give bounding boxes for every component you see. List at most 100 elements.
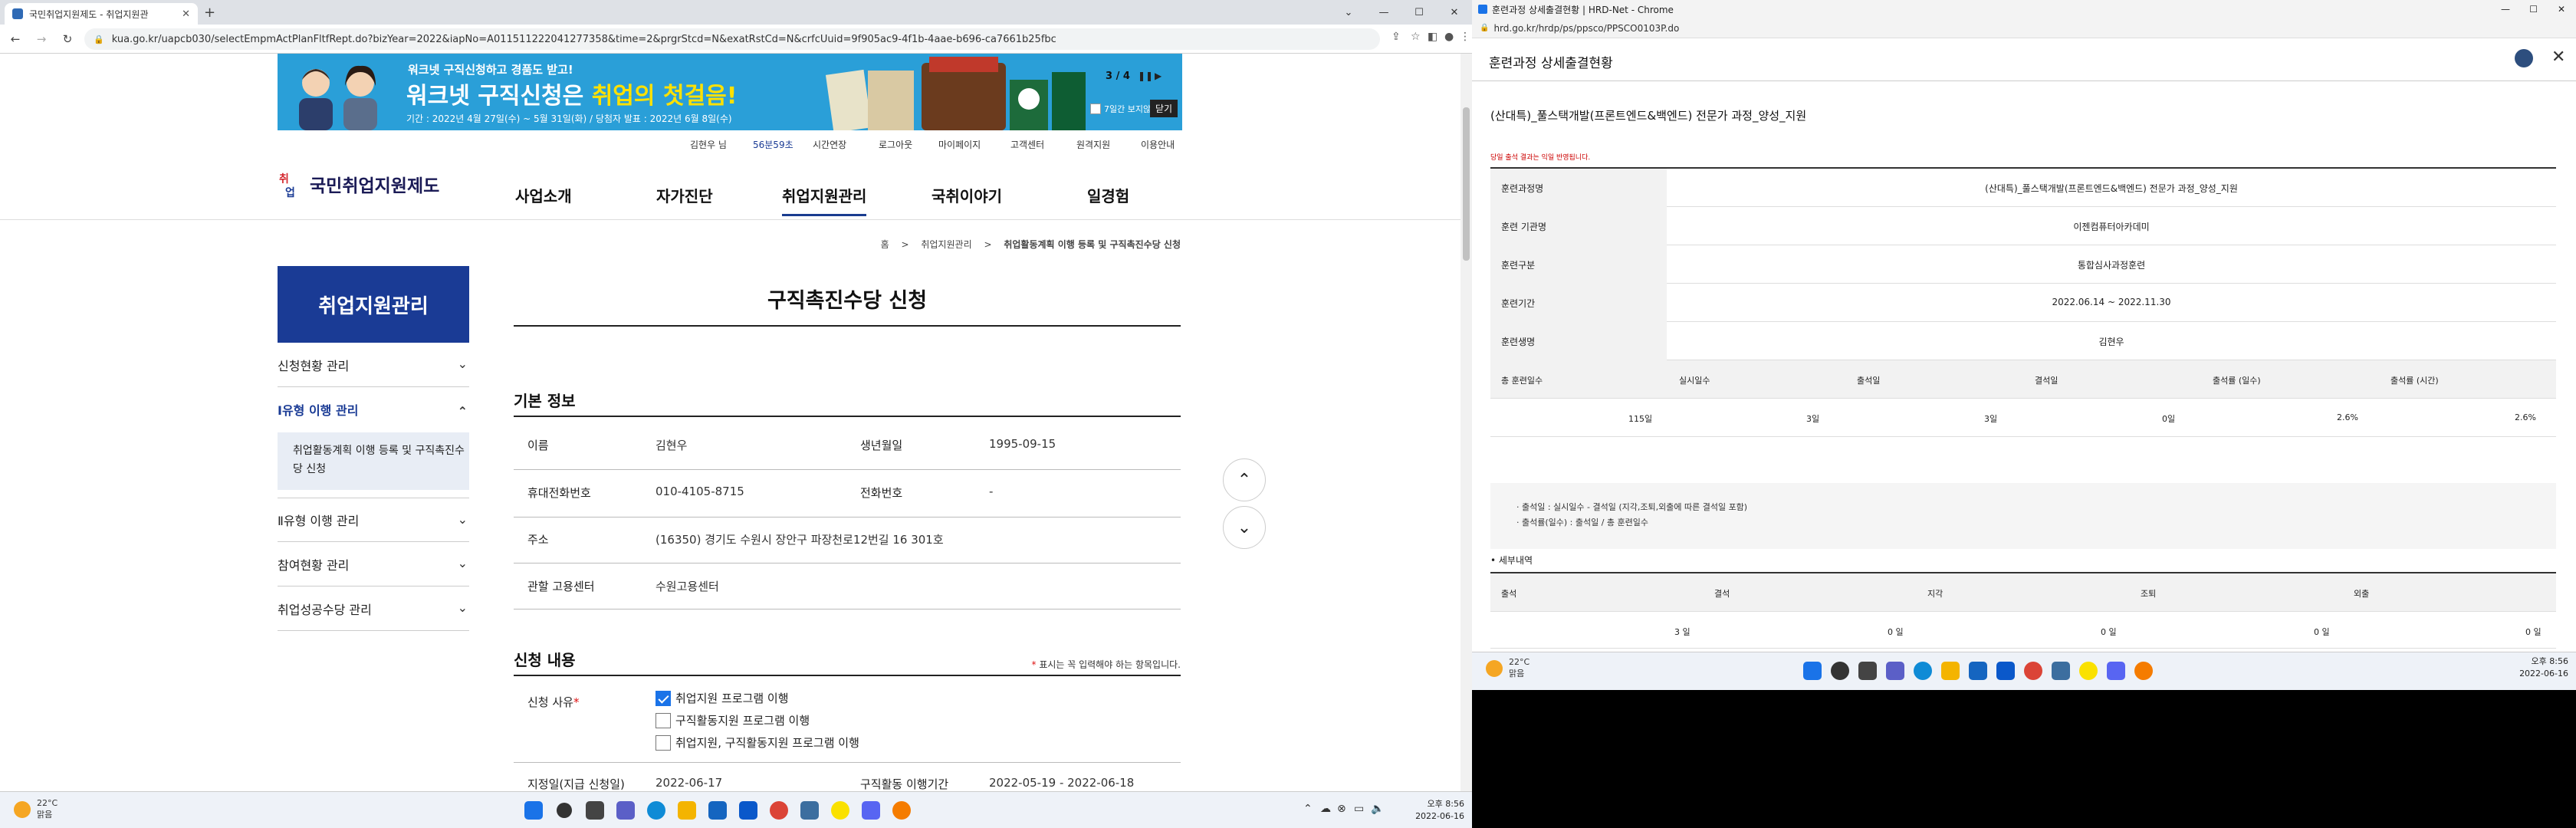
menu-kebab-icon[interactable]: ⋮ [1460,31,1470,43]
maximize-icon[interactable]: ☐ [2529,4,2538,15]
checkbox-icon[interactable] [656,734,671,751]
tab-close-icon[interactable]: ✕ [182,8,190,20]
hide-7days-checkbox[interactable]: 7일간 보지않기 [1090,103,1158,115]
store-icon[interactable] [708,801,727,820]
popup-address-bar[interactable]: 🔒 hrd.go.kr/hrdp/ps/ppsco/PPSCO0103P.do [1472,18,2576,38]
edge-icon[interactable] [1914,662,1932,680]
edge-icon[interactable] [647,801,665,820]
url-bar[interactable]: 🔒 kua.go.kr/uapcb030/selectEmpmActPlanFl… [84,28,1380,50]
logout-link[interactable]: 로그아웃 [879,138,912,151]
store-icon[interactable] [1969,662,1987,680]
table-top-border [514,416,1181,417]
reason-option-1[interactable]: 취업지원 프로그램 이행 [656,690,789,706]
checkbox-checked-icon[interactable] [656,690,671,706]
print-icon[interactable] [2515,49,2533,67]
banner-pause-icon[interactable]: ❚❚ [1138,71,1153,81]
forward-icon[interactable]: → [31,28,52,50]
clock[interactable]: 오후 8:56 2022-06-16 [1415,798,1464,823]
maximize-icon[interactable]: ☐ [1401,0,1437,25]
close-icon[interactable]: ✕ [2551,48,2565,67]
mail-icon[interactable] [739,801,757,820]
discord-icon[interactable] [2107,662,2125,680]
start-icon[interactable] [524,801,543,820]
calculator-icon[interactable] [800,801,819,820]
gnb-stories[interactable]: 국취이야기 [932,184,1002,206]
header-divider [0,219,1460,220]
network-icon[interactable]: ▭ [1354,803,1364,815]
chrome-icon[interactable] [770,801,788,820]
promo-banner[interactable]: 워크넷 구직신청하고 경품도 받고! 워크넷 구직신청은 취업의 첫걸음! 기간… [278,54,1182,130]
app-icon[interactable] [2134,662,2153,680]
reason-option-3[interactable]: 취업지원, 구직활동지원 프로그램 이행 [656,734,859,751]
scroll-down-button[interactable]: ⌄ [1223,506,1266,549]
stats-value: 115일 [1628,414,1653,424]
volume-icon[interactable]: 🔈 [1371,803,1384,815]
logo-text: 국민취업지원제도 [310,176,440,196]
discord-icon[interactable] [862,801,880,820]
cloud-icon[interactable]: ☁ [1320,803,1331,815]
teams-chat-icon[interactable] [1886,662,1904,680]
file-explorer-icon[interactable] [1941,662,1960,680]
share-icon[interactable]: ⇪ [1392,31,1401,43]
bookmark-star-icon[interactable]: ☆ [1411,31,1421,43]
lnb-subitem-activity-plan[interactable]: 취업활동계획 이행 등록 및 구직촉진수당 신청 [278,432,469,490]
page-scrollbar[interactable] [1460,54,1472,791]
lnb-item-application-status[interactable]: 신청현황 관리 ⌄ [278,343,469,387]
banner-close-button[interactable]: 닫기 [1150,100,1178,117]
task-view-icon[interactable] [586,801,604,820]
breadcrumb-separator-icon: > [984,239,992,250]
close-window-icon[interactable]: ✕ [1437,0,1472,25]
sidepanel-icon[interactable]: ◧ [1428,31,1438,43]
breadcrumb-section[interactable]: 취업지원관리 [921,239,971,250]
new-tab-icon[interactable]: + [204,5,215,21]
calculator-icon[interactable] [2052,662,2070,680]
lnb-item-type1[interactable]: Ⅰ유형 이행 관리 ⌃ [278,387,469,432]
lnb-item-participation[interactable]: 참여현황 관리 ⌄ [278,542,469,586]
minimize-icon[interactable]: — [1366,0,1401,25]
vpn-icon[interactable]: ⊗ [1337,803,1346,815]
site-logo[interactable]: 취 업 국민취업지원제도 [278,165,439,203]
close-window-icon[interactable]: ✕ [2558,4,2565,15]
mail-icon[interactable] [1996,662,2015,680]
utility-links: 김현우 님 56분59초 시간연장 로그아웃 마이페이지 고객센터 원격지원 이… [659,138,1181,153]
guide-link[interactable]: 이용안내 [1141,138,1175,151]
weather-widget[interactable]: 22°C 맑음 [14,798,58,820]
tray-expand-icon[interactable]: ⌃ [1303,803,1313,815]
gnb-self-diagnosis[interactable]: 자가진단 [656,184,713,206]
window-controls: ⌄ — ☐ ✕ [1331,0,1472,25]
clock[interactable]: 오후 8:56 2022-06-16 [2519,656,2568,680]
extend-session-link[interactable]: 시간연장 [813,138,846,151]
browser-tab[interactable]: 국민취업지원제도 - 취업지원관 ✕ [5,3,198,25]
profile-icon[interactable]: ● [1444,31,1454,43]
scrollbar-thumb[interactable] [1463,107,1470,261]
weather-widget[interactable]: 22°C 맑음 [1486,657,1530,679]
remote-support-link[interactable]: 원격지원 [1076,138,1110,151]
search-icon[interactable] [557,803,572,818]
gnb-employment-support[interactable]: 취업지원관리 [782,184,867,216]
kakaotalk-icon[interactable] [2079,662,2098,680]
task-view-icon[interactable] [1858,662,1877,680]
file-explorer-icon[interactable] [678,801,696,820]
banner-next-icon[interactable]: ▶ [1155,71,1162,81]
chrome-icon[interactable] [2024,662,2042,680]
minimize-icon[interactable]: — [2501,4,2510,15]
lnb-item-success-allowance[interactable]: 취업성공수당 관리 ⌄ [278,586,469,631]
reason-option-2[interactable]: 구직활동지원 프로그램 이행 [656,712,810,728]
tab-search-icon[interactable]: ⌄ [1331,0,1366,25]
gnb-about[interactable]: 사업소개 [515,184,572,206]
checkbox-icon[interactable] [656,712,671,728]
support-link[interactable]: 고객센터 [1010,138,1044,151]
gnb-work-experience[interactable]: 일경험 [1087,184,1129,206]
breadcrumb-home[interactable]: 홈 [881,239,889,250]
start-icon[interactable] [1803,662,1822,680]
app-icon[interactable] [892,801,911,820]
teams-chat-icon[interactable] [616,801,635,820]
reload-icon[interactable]: ↻ [57,28,78,50]
stats-value: 3일 [1984,414,1998,424]
kakaotalk-icon[interactable] [831,801,849,820]
back-icon[interactable]: ← [5,28,26,50]
scroll-up-button[interactable]: ⌃ [1223,458,1266,501]
mypage-link[interactable]: 마이페이지 [938,138,981,151]
search-icon[interactable] [1831,662,1849,680]
lnb-item-type2[interactable]: Ⅱ유형 이행 관리 ⌄ [278,498,469,542]
